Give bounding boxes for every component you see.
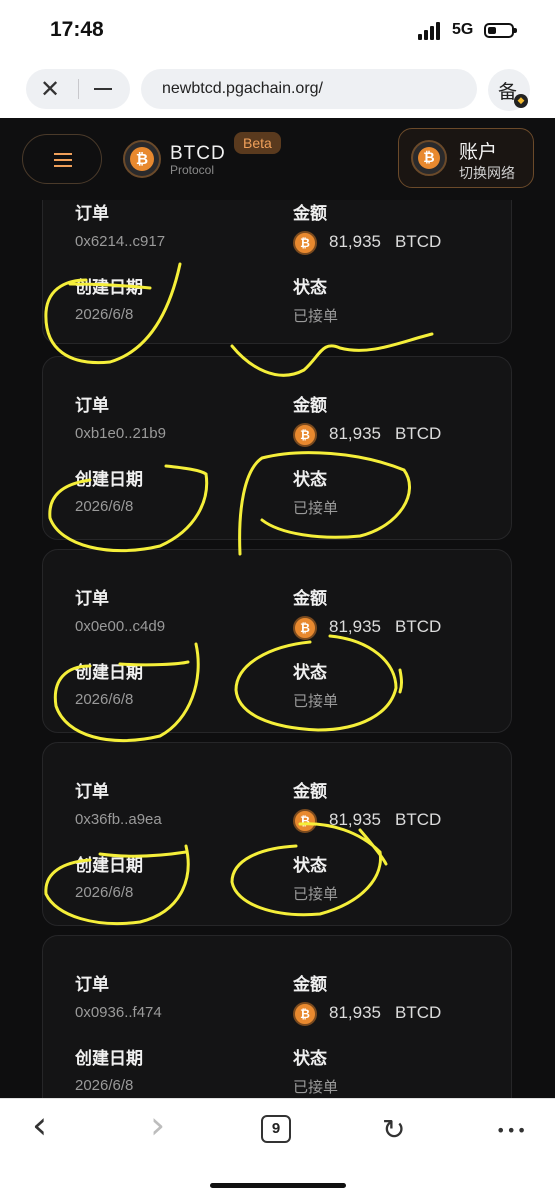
- order-label: 订单: [75, 204, 109, 224]
- order-label: 订单: [75, 396, 109, 416]
- btcd-coin-icon: ₿: [293, 423, 317, 447]
- created-date: 2026/6/8: [75, 498, 134, 515]
- btcd-coin-icon: ₿: [293, 1002, 317, 1026]
- brand-sub: Protocol: [170, 163, 215, 177]
- btcd-coin-icon: ₿: [293, 616, 317, 640]
- amount-value: 81,935: [329, 1003, 381, 1022]
- created-label: 创建日期: [75, 663, 143, 683]
- status-bar: 17:48 5G: [0, 0, 555, 62]
- created-date: 2026/6/8: [75, 884, 134, 901]
- status-value: 已接单: [293, 499, 339, 517]
- hamburger-icon: [54, 153, 72, 171]
- amount-value: 81,935: [329, 424, 381, 443]
- amount-unit: BTCD: [395, 1003, 442, 1022]
- url-text: newbtcd.pgachain.org/: [162, 80, 323, 97]
- amount-label: 金额: [293, 396, 327, 416]
- url-field[interactable]: newbtcd.pgachain.org/: [141, 69, 477, 109]
- created-date: 2026/6/8: [75, 1077, 134, 1094]
- amount-value: 81,935: [329, 810, 381, 829]
- menu-button[interactable]: [22, 134, 102, 184]
- status-label: 状态: [293, 278, 327, 298]
- brand-name: BTCD: [170, 143, 226, 164]
- amount-label: 金额: [293, 975, 327, 995]
- order-list[interactable]: 订单 0x6214..c917 金额 ₿ 81,935 BTCD 创建日期 20…: [0, 200, 555, 1098]
- amount-unit: BTCD: [395, 424, 442, 443]
- browser-url-bar: ✕ newbtcd.pgachain.org/ 备 ◆: [0, 62, 555, 118]
- status-label: 状态: [293, 1049, 327, 1069]
- created-date: 2026/6/8: [75, 306, 134, 323]
- status-label: 状态: [293, 663, 327, 683]
- close-icon[interactable]: ✕: [40, 75, 60, 103]
- created-label: 创建日期: [75, 1049, 143, 1069]
- tabs-button[interactable]: 9: [261, 1115, 291, 1143]
- status-value: 已接单: [293, 692, 339, 710]
- amount-label: 金额: [293, 782, 327, 802]
- browser-nav-pill: ✕: [26, 69, 130, 109]
- order-card: 订单 0x36fb..a9ea 金额 ₿ 81,935 BTCD 创建日期 20…: [42, 742, 512, 926]
- reload-icon[interactable]: ↻: [382, 1113, 405, 1146]
- more-icon[interactable]: •••: [496, 1121, 527, 1140]
- status-label: 状态: [293, 470, 327, 490]
- order-id: 0x0e00..c4d9: [75, 618, 166, 635]
- created-date: 2026/6/8: [75, 691, 134, 708]
- amount-unit: BTCD: [395, 810, 442, 829]
- amount-value: 81,935: [329, 232, 381, 251]
- account-title: 账户: [459, 141, 498, 163]
- order-label: 订单: [75, 589, 109, 609]
- status-value: 已接单: [293, 1078, 339, 1096]
- order-id: 0xb1e0..21b9: [75, 425, 166, 442]
- amount-unit: BTCD: [395, 617, 442, 636]
- order-id: 0x0936..f474: [75, 1004, 162, 1021]
- account-coin-icon: ₿: [411, 140, 447, 176]
- order-id: 0x6214..c917: [75, 233, 166, 250]
- browser-toolbar: ‹ › 9 ↻ •••: [0, 1098, 555, 1201]
- beian-button[interactable]: 备 ◆: [488, 69, 530, 111]
- home-indicator: [210, 1183, 346, 1188]
- site-header: ₿ BTCD Protocol Beta ₿ 账户 切换网络: [0, 118, 555, 200]
- binance-icon: ◆: [514, 94, 528, 108]
- signal-icon: [418, 22, 444, 40]
- order-card: 订单 0x0936..f474 金额 ₿ 81,935 BTCD 创建日期 20…: [42, 935, 512, 1098]
- created-label: 创建日期: [75, 278, 143, 298]
- switch-network-label: 切换网络: [459, 166, 515, 182]
- status-time: 17:48: [50, 18, 104, 41]
- forward-icon[interactable]: ›: [150, 1103, 165, 1147]
- battery-icon: [484, 23, 517, 38]
- created-label: 创建日期: [75, 470, 143, 490]
- created-label: 创建日期: [75, 856, 143, 876]
- btcd-logo-icon: ₿: [123, 140, 161, 178]
- account-button[interactable]: ₿ 账户 切换网络: [398, 128, 534, 188]
- beta-badge: Beta: [234, 132, 281, 154]
- status-value: 已接单: [293, 885, 339, 903]
- amount-label: 金额: [293, 589, 327, 609]
- order-id: 0x36fb..a9ea: [75, 811, 162, 828]
- btcd-coin-icon: ₿: [293, 231, 317, 255]
- order-label: 订单: [75, 975, 109, 995]
- amount-label: 金额: [293, 204, 327, 224]
- status-value: 已接单: [293, 307, 339, 325]
- back-icon[interactable]: ‹: [32, 1103, 47, 1147]
- minimize-icon[interactable]: [94, 88, 112, 90]
- status-label: 状态: [293, 856, 327, 876]
- amount-unit: BTCD: [395, 232, 442, 251]
- network-type: 5G: [452, 21, 474, 38]
- order-card: 订单 0x0e00..c4d9 金额 ₿ 81,935 BTCD 创建日期 20…: [42, 549, 512, 733]
- btcd-coin-icon: ₿: [293, 809, 317, 833]
- amount-value: 81,935: [329, 617, 381, 636]
- order-label: 订单: [75, 782, 109, 802]
- order-card: 订单 0x6214..c917 金额 ₿ 81,935 BTCD 创建日期 20…: [42, 200, 512, 344]
- order-card: 订单 0xb1e0..21b9 金额 ₿ 81,935 BTCD 创建日期 20…: [42, 356, 512, 540]
